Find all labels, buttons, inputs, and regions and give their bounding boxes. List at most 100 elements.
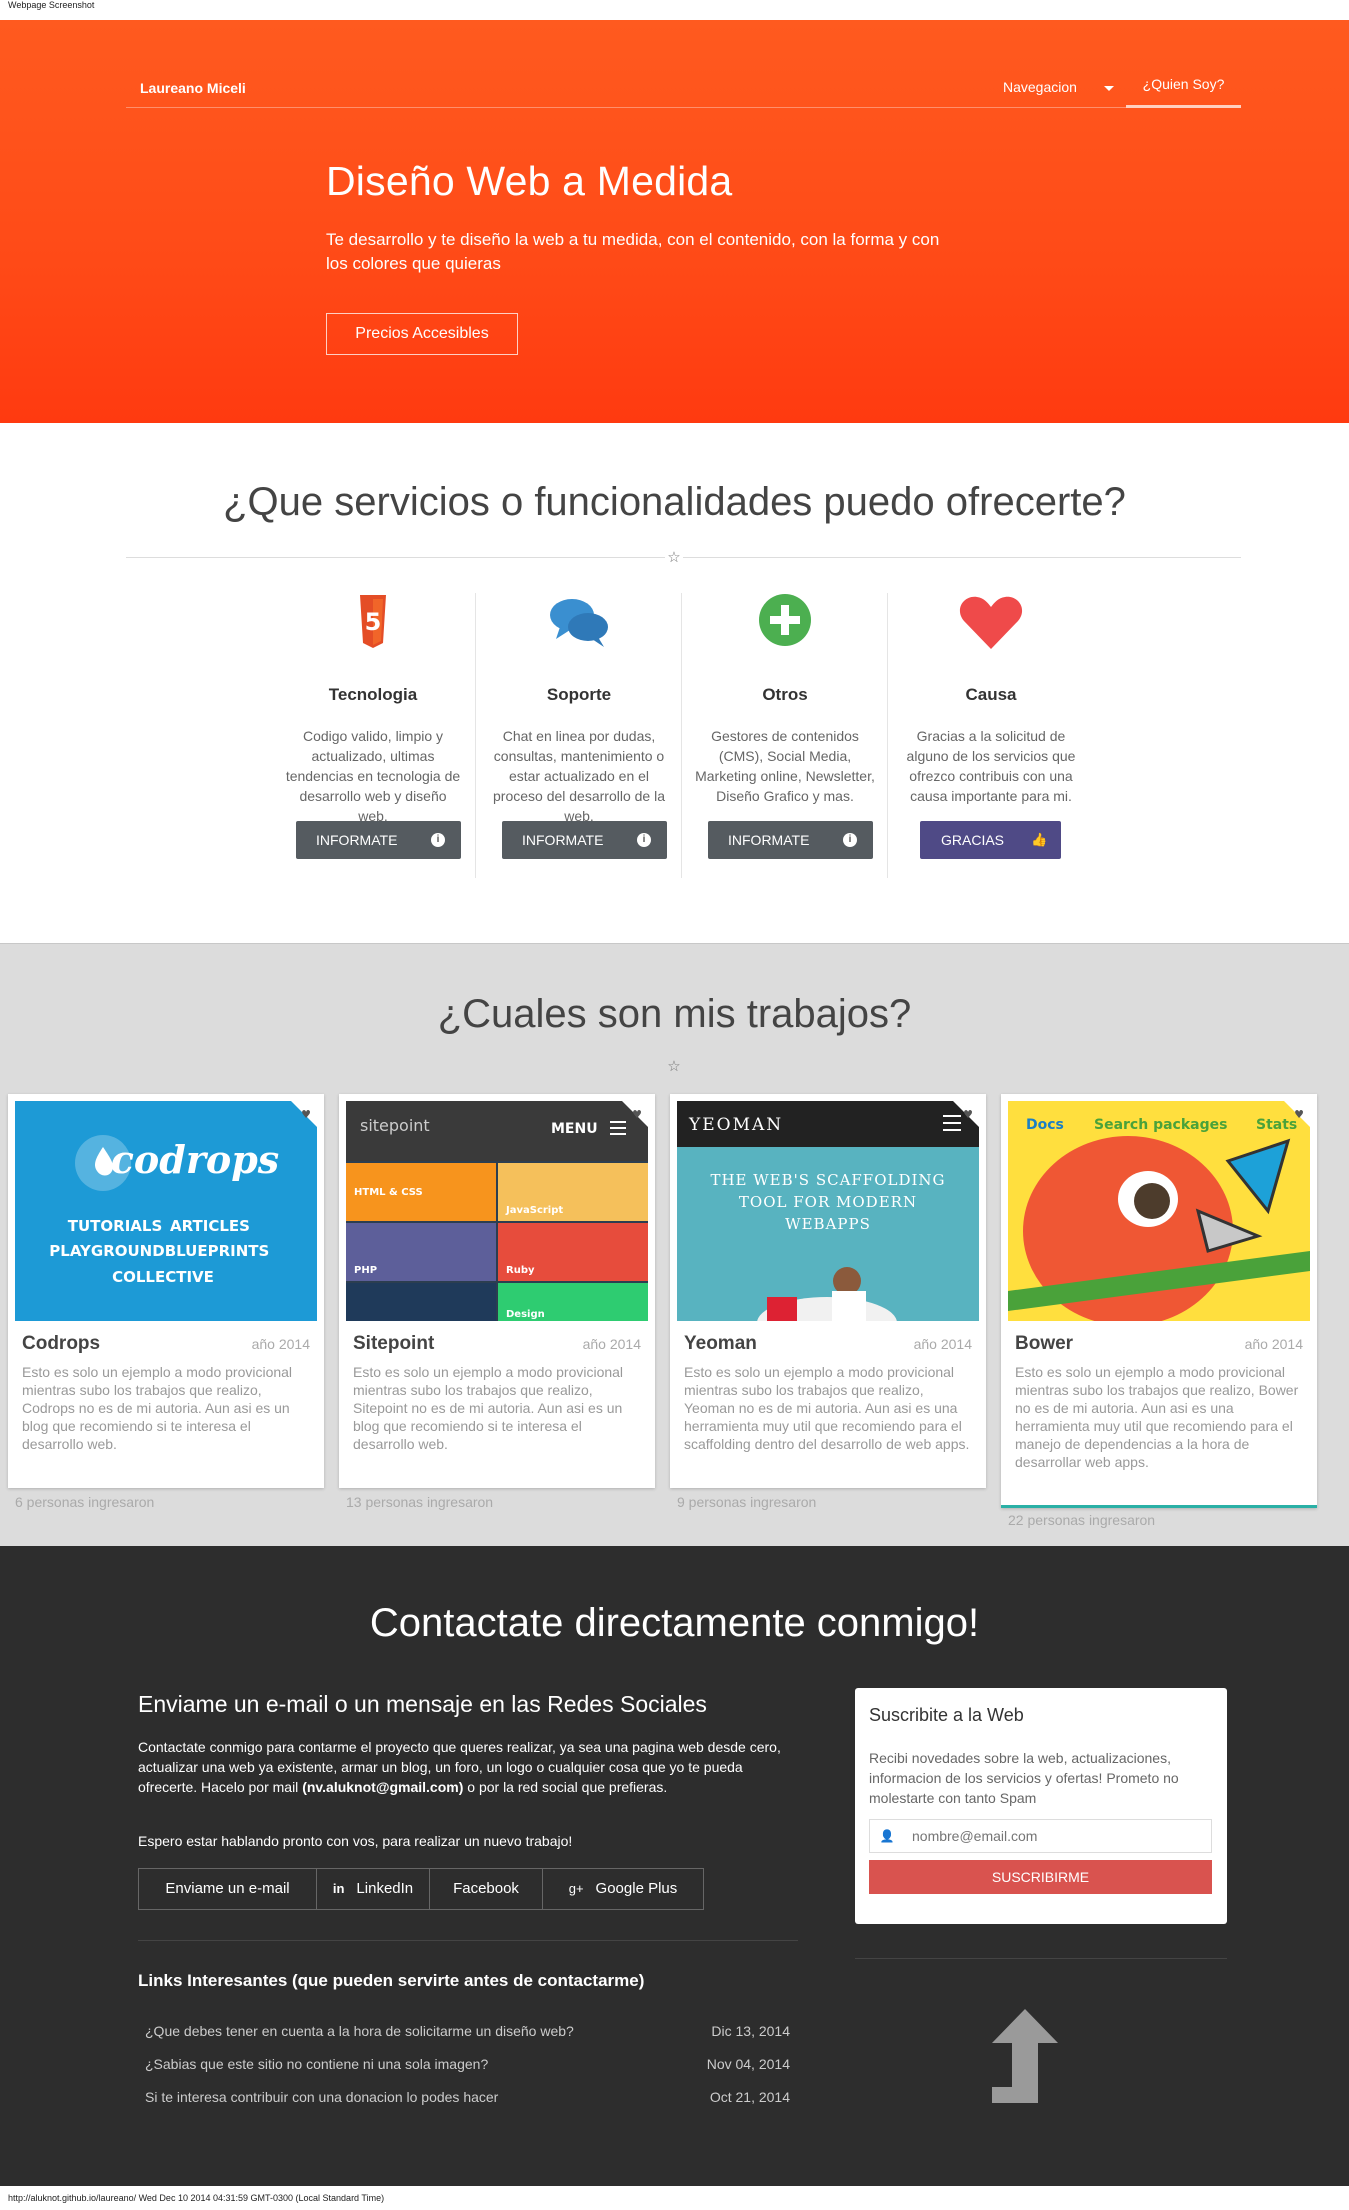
card-year: año 2014 — [251, 1336, 310, 1352]
email-field[interactable] — [912, 1826, 1202, 1846]
services-title: ¿Que servicios o funcionalidades puedo o… — [223, 480, 1126, 524]
linkedin-button[interactable]: in LinkedIn — [317, 1869, 430, 1909]
visit-count: 6 personas ingresaron — [15, 1494, 155, 1510]
informate-button[interactable]: INFORMATE i — [708, 821, 873, 859]
yeoman-thumbnail: YEOMAN THE WEB'S SCAFFOLDING TOOL FOR MO… — [677, 1101, 979, 1321]
bower-bird-image: Docs Search packages Stats — [1008, 1101, 1310, 1321]
service-card-soporte: Soporte Chat en linea por dudas, consult… — [476, 593, 682, 878]
sitepoint-logo-text: sitepoint — [360, 1116, 430, 1135]
social-buttons: Enviame un e-mail in LinkedIn Facebook g+… — [138, 1868, 704, 1910]
informate-button[interactable]: INFORMATE i — [502, 821, 667, 859]
hero-subtitle: Te desarrollo y te diseño la web a tu me… — [326, 230, 940, 273]
heart-icon[interactable]: ♥ — [301, 1108, 311, 1121]
codrops-thumbnail: codrops TUTORIALS ARTICLES PLAYGROUND BL… — [15, 1101, 317, 1321]
card-year: año 2014 — [1244, 1336, 1303, 1352]
codrops-tag-tutorials: TUTORIALS — [68, 1217, 163, 1235]
card-title: Yeoman — [684, 1333, 757, 1354]
brand-link[interactable]: Laureano Miceli — [140, 80, 246, 96]
work-card-codrops[interactable]: codrops TUTORIALS ARTICLES PLAYGROUND BL… — [8, 1094, 324, 1488]
gracias-button[interactable]: GRACIAS 👍 — [920, 821, 1061, 859]
interesting-link[interactable]: ¿Que debes tener en cuenta a la hora de … — [145, 2023, 574, 2039]
interesting-link[interactable]: Si te interesa contribuir con una donaci… — [145, 2089, 498, 2105]
interesting-link[interactable]: ¿Sabias que este sitio no contiene ni un… — [145, 2056, 488, 2072]
subscribe-title: Suscribite a la Web — [869, 1705, 1024, 1725]
hero-section: Laureano Miceli Navegacion ¿Quien Soy? D… — [0, 20, 1349, 423]
card-title: Bower — [1015, 1333, 1074, 1354]
html5-icon: 5 — [360, 595, 386, 648]
sitepoint-screenshot-image: sitepoint MENU HTML & CSS JavaScript PHP… — [346, 1101, 648, 1321]
services-section: ¿Que servicios o funcionalidades puedo o… — [0, 423, 1349, 943]
work-card-yeoman[interactable]: YEOMAN THE WEB'S SCAFFOLDING TOOL FOR MO… — [670, 1094, 986, 1488]
bower-thumbnail: Docs Search packages Stats ♥ — [1008, 1101, 1310, 1321]
chat-bubbles-icon — [550, 599, 608, 647]
button-label: INFORMATE — [728, 832, 810, 848]
divider — [126, 557, 1241, 558]
contact-hope-text: Espero estar hablando pronto con vos, pa… — [138, 1833, 573, 1849]
work-card-sitepoint[interactable]: sitepoint MENU HTML & CSS JavaScript PHP… — [339, 1094, 655, 1488]
service-card-otros: Otros Gestores de contenidos (CMS), Soci… — [682, 593, 888, 878]
service-card-tecnologia: 5 Tecnologia Codigo valido, limpio y act… — [270, 593, 476, 878]
link-date: Nov 04, 2014 — [706, 2056, 790, 2072]
contact-paragraph-end: o por la red social que prefieras. — [463, 1779, 668, 1795]
heart-icon[interactable]: ♥ — [632, 1108, 642, 1121]
subscribe-button[interactable]: SUSCRIBIRME — [869, 1860, 1212, 1894]
info-icon: i — [431, 833, 445, 847]
service-name: Soporte — [546, 685, 612, 704]
service-desc: Gestores de contenidos (CMS), Social Med… — [695, 728, 875, 804]
visit-count: 9 personas ingresaron — [677, 1494, 817, 1510]
service-name: Otros — [762, 685, 808, 704]
pricing-button[interactable]: Precios Accesibles — [326, 313, 518, 355]
facebook-button[interactable]: Facebook — [430, 1869, 543, 1909]
nav-who-am-i[interactable]: ¿Quien Soy? — [1126, 60, 1241, 108]
button-label: INFORMATE — [522, 832, 604, 848]
work-card-bower[interactable]: Docs Search packages Stats ♥ Bower año 2… — [1001, 1094, 1317, 1508]
service-desc: Codigo valido, limpio y actualizado, ult… — [285, 728, 461, 824]
nav-dropdown[interactable]: Navegacion — [1003, 79, 1077, 95]
subscribe-box: Suscribite a la Web Recibi novedades sob… — [855, 1688, 1227, 1924]
works-title: ¿Cuales son mis trabajos? — [437, 992, 912, 1036]
yeoman-logo-text: YEOMAN — [688, 1115, 783, 1135]
google-plus-label: Google Plus — [595, 1880, 678, 1897]
codrops-tag-articles: ARTICLES — [170, 1217, 250, 1235]
divider — [138, 1940, 798, 1941]
tile-ruby: Ruby — [506, 1265, 535, 1276]
informate-button[interactable]: INFORMATE i — [296, 821, 461, 859]
sitepoint-thumbnail: sitepoint MENU HTML & CSS JavaScript PHP… — [346, 1101, 648, 1321]
service-name: Causa — [965, 685, 1017, 704]
heart-icon[interactable]: ♥ — [963, 1108, 973, 1121]
visit-count: 13 personas ingresaron — [346, 1494, 494, 1510]
service-desc: Gracias a la solicitud de alguno de los … — [906, 728, 1076, 804]
card-desc: Esto es solo un ejemplo a modo provicion… — [684, 1364, 970, 1452]
bower-link-docs: Docs — [1026, 1117, 1064, 1133]
tile-php: PHP — [354, 1265, 377, 1276]
codrops-tag-playground: PLAYGROUND — [49, 1242, 164, 1260]
sitepoint-menu-text: MENU — [551, 1121, 598, 1137]
codrops-tag-blueprints: BLUEPRINTS — [165, 1242, 270, 1260]
yeoman-screenshot-image: YEOMAN THE WEB'S SCAFFOLDING TOOL FOR MO… — [677, 1101, 979, 1321]
screenshot-label: Webpage Screenshot — [8, 0, 95, 10]
scroll-to-top-icon[interactable] — [990, 2007, 1060, 2107]
card-year: año 2014 — [582, 1336, 641, 1352]
tile-design: Design — [506, 1309, 545, 1320]
linkedin-icon: in — [332, 1881, 345, 1896]
card-desc: Esto es solo un ejemplo a modo provicion… — [353, 1364, 624, 1452]
google-plus-button[interactable]: g+ Google Plus — [543, 1869, 703, 1909]
svg-text:WEBAPPS: WEBAPPS — [785, 1215, 871, 1233]
top-navbar: Laureano Miceli Navegacion ¿Quien Soy? — [126, 60, 1241, 108]
heart-icon — [959, 596, 1023, 649]
linkedin-label: LinkedIn — [356, 1880, 414, 1897]
svg-text:TOOL FOR MODERN: TOOL FOR MODERN — [739, 1193, 917, 1211]
plus-circle-icon — [759, 594, 811, 646]
links-title: Links Interesantes (que pueden servirte … — [138, 1971, 645, 1990]
email-button[interactable]: Enviame un e-mail — [139, 1869, 317, 1909]
thumbs-up-icon: 👍 — [1031, 832, 1048, 847]
bower-link-search: Search packages — [1094, 1117, 1227, 1133]
tile-html-css: HTML & CSS — [354, 1187, 423, 1198]
link-date: Oct 21, 2014 — [709, 2089, 790, 2105]
card-desc: Esto es solo un ejemplo a modo provicion… — [22, 1364, 293, 1452]
card-title: Sitepoint — [353, 1333, 435, 1354]
star-icon: ☆ — [665, 548, 683, 566]
codrops-tag-collective: COLLECTIVE — [112, 1268, 214, 1286]
heart-icon[interactable]: ♥ — [1294, 1108, 1304, 1121]
divider — [855, 1958, 1227, 1959]
